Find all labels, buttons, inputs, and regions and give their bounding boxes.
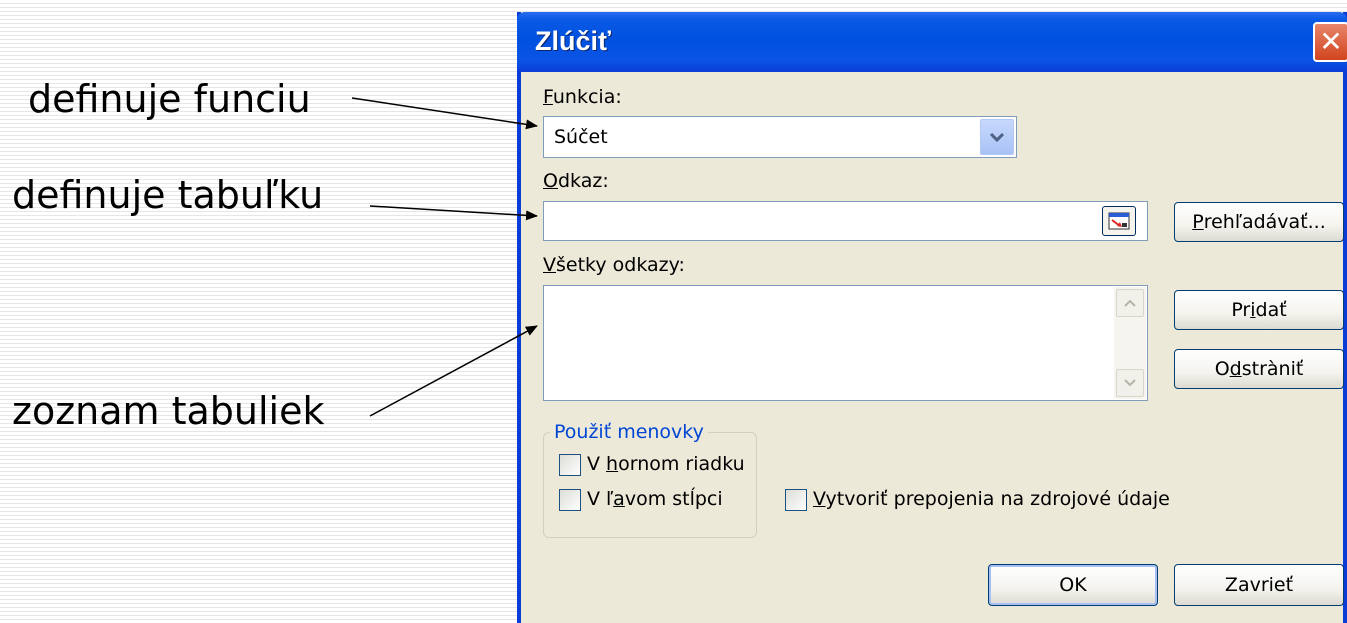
left-column-label: V ľavom stĺpci bbox=[587, 488, 723, 510]
all-references-list[interactable] bbox=[543, 285, 1148, 401]
function-select[interactable]: Súčet bbox=[543, 116, 1017, 158]
title-bar: Zlúčiť ✕ bbox=[517, 12, 1347, 72]
add-button[interactable]: Pr i dať bbox=[1174, 290, 1344, 330]
arrow-function bbox=[351, 97, 538, 130]
delete-button[interactable]: Od stràniť bbox=[1174, 349, 1344, 389]
function-select-value: Súčet bbox=[554, 126, 608, 148]
use-labels-legend: Použiť menovky bbox=[550, 421, 708, 443]
ok-button[interactable]: OK bbox=[988, 564, 1158, 606]
top-row-checkbox[interactable] bbox=[559, 454, 581, 476]
arrow-table bbox=[369, 205, 538, 221]
left-column-checkbox[interactable] bbox=[559, 489, 581, 511]
list-scrollbar[interactable] bbox=[1114, 287, 1146, 399]
create-links-label: Vytvoriť prepojenia na zdrojové údaje bbox=[813, 488, 1170, 510]
annotation-function: definuje funciu bbox=[28, 77, 311, 121]
create-links-checkbox[interactable] bbox=[785, 489, 807, 511]
close-dialog-button[interactable]: Zavrieť bbox=[1174, 564, 1344, 606]
dialog-title: Zlúčiť bbox=[535, 26, 611, 56]
annotation-list: zoznam tabuliek bbox=[12, 389, 325, 433]
use-labels-group: Použiť menovky bbox=[543, 421, 757, 538]
browse-button[interactable]: Prehľadávať... bbox=[1174, 202, 1344, 242]
reference-label: Odkaz: bbox=[543, 170, 609, 192]
function-label: Funkcia: bbox=[543, 86, 622, 108]
scroll-down-icon[interactable] bbox=[1116, 369, 1144, 397]
annotation-table: definuje tabuľku bbox=[12, 173, 324, 217]
close-button[interactable]: ✕ bbox=[1313, 22, 1347, 62]
reference-input[interactable] bbox=[543, 201, 1148, 241]
close-icon: ✕ bbox=[1319, 25, 1343, 58]
range-select-icon[interactable] bbox=[1102, 206, 1136, 236]
consolidate-dialog: Zlúčiť ✕ Funkcia: Súčet Odkaz: Prehľadáv… bbox=[517, 12, 1347, 623]
scroll-up-icon[interactable] bbox=[1116, 289, 1144, 317]
all-references-label: Všetky odkazy: bbox=[543, 254, 685, 276]
chevron-down-icon[interactable] bbox=[980, 119, 1014, 155]
arrow-list bbox=[369, 325, 538, 417]
top-row-label: V hornom riadku bbox=[587, 453, 745, 475]
